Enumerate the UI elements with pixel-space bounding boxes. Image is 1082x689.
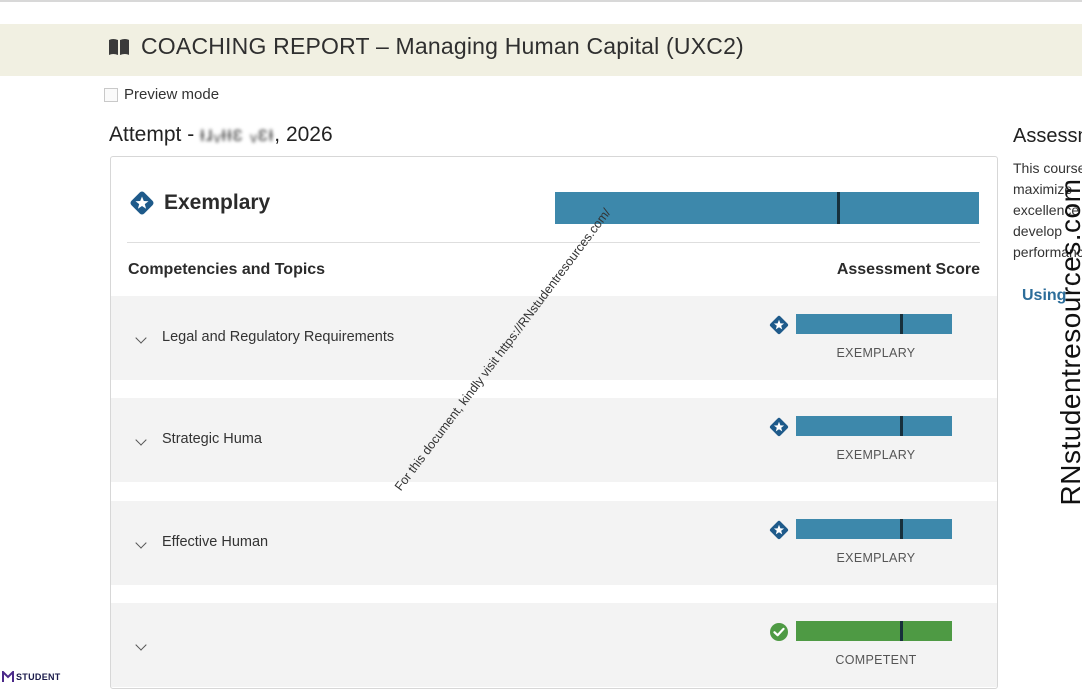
competency-score-bar (796, 416, 952, 436)
report-card: Exemplary Competencies and Topics Assess… (110, 156, 998, 689)
page-title: COACHING REPORT – Managing Human Capital… (141, 33, 744, 59)
competency-score-fill (796, 314, 952, 334)
overall-score-label: Exemplary (164, 191, 271, 214)
attempt-prefix: Attempt - (109, 123, 201, 146)
competency-label: Strategic Huma (162, 431, 262, 447)
chevron-down-icon[interactable] (135, 434, 147, 446)
competency-score-fill (796, 416, 952, 436)
star-badge-icon (130, 191, 154, 215)
attempt-heading: Attempt - ᵻɹᵥᵼᵼɛ ᵥɛᵼ, 2026 (109, 123, 333, 147)
sidebar-title: Assessment (1013, 125, 1082, 147)
preview-checkbox[interactable] (104, 87, 118, 102)
book-icon (109, 39, 129, 55)
vertical-watermark: RNstudentresources.com (1055, 178, 1082, 506)
competency-row[interactable]: Legal and Regulatory Requirements EXEMPL… (111, 296, 997, 380)
check-circle-icon (770, 623, 788, 641)
competency-row[interactable]: Effective Human EXEMPLARY (111, 501, 997, 585)
overall-score-bar (555, 192, 979, 224)
logo-text: STUDENT (16, 672, 61, 682)
top-border (0, 0, 1082, 2)
student-resources-logo: STUDENT (2, 671, 61, 683)
competency-status: EXEMPLARY (836, 346, 916, 360)
star-badge-icon (769, 417, 789, 437)
column-header-score: Assessment Score (836, 261, 980, 278)
chevron-down-icon[interactable] (135, 332, 147, 344)
chevron-down-icon[interactable] (135, 537, 147, 549)
competency-score-bar (796, 519, 952, 539)
logo-mark-icon (2, 671, 14, 682)
competency-score-bar (796, 621, 952, 641)
star-badge-icon (769, 315, 789, 335)
star-badge-icon (769, 520, 789, 540)
preview-mode-toggle[interactable]: Preview mode (104, 86, 219, 103)
competency-row[interactable]: COMPETENT (111, 603, 997, 687)
competency-label: Legal and Regulatory Requirements (162, 329, 395, 345)
overall-score-fill (555, 192, 979, 224)
chevron-down-icon[interactable] (135, 639, 147, 651)
competency-score-fill (796, 519, 952, 539)
overall-score-marker (837, 192, 840, 224)
competency-label: Effective Human (162, 534, 269, 550)
competency-score-fill (796, 621, 952, 641)
overall-score: Exemplary (129, 190, 270, 216)
competency-status: EXEMPLARY (836, 448, 916, 462)
competency-score-marker (900, 416, 903, 436)
divider (127, 242, 980, 243)
attempt-date-obscured: ᵻɹᵥᵼᵼɛ ᵥɛᵼ (200, 123, 275, 146)
competency-status: EXEMPLARY (836, 551, 916, 565)
competency-status: COMPETENT (835, 653, 917, 667)
competency-score-marker (900, 621, 903, 641)
attempt-year: , 2026 (274, 123, 333, 146)
competency-row[interactable]: Strategic Huma EXEMPLARY (111, 398, 997, 482)
competency-score-marker (900, 314, 903, 334)
competency-score-marker (900, 519, 903, 539)
competency-score-bar (796, 314, 952, 334)
preview-mode-label: Preview mode (124, 86, 220, 103)
column-header-competencies: Competencies and Topics (128, 261, 326, 278)
